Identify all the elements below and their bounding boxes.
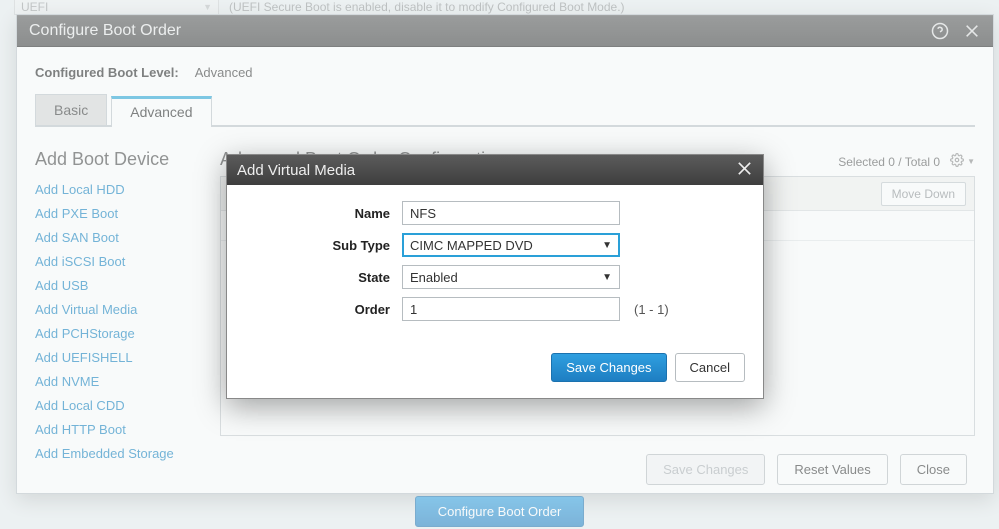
link-add-virtual-media[interactable]: Add Virtual Media bbox=[35, 302, 190, 317]
tab-advanced[interactable]: Advanced bbox=[111, 96, 211, 127]
link-add-http-boot[interactable]: Add HTTP Boot bbox=[35, 422, 190, 437]
close-icon[interactable] bbox=[736, 160, 753, 181]
gear-icon bbox=[950, 153, 964, 170]
link-add-local-hdd[interactable]: Add Local HDD bbox=[35, 182, 190, 197]
dialog-cancel-button[interactable]: Cancel bbox=[675, 353, 745, 382]
chevron-down-icon: ▼ bbox=[602, 240, 612, 251]
tabstrip: Basic Advanced bbox=[35, 94, 975, 127]
add-boot-device-links: Add Local HDD Add PXE Boot Add SAN Boot … bbox=[35, 182, 190, 461]
link-add-usb[interactable]: Add USB bbox=[35, 278, 190, 293]
reset-values-button[interactable]: Reset Values bbox=[777, 454, 887, 485]
link-add-pchstorage[interactable]: Add PCHStorage bbox=[35, 326, 190, 341]
link-add-local-cdd[interactable]: Add Local CDD bbox=[35, 398, 190, 413]
configure-boot-order-button[interactable]: Configure Boot Order bbox=[415, 496, 585, 527]
close-icon[interactable] bbox=[963, 22, 981, 40]
subtype-label: Sub Type bbox=[227, 238, 402, 253]
chevron-down-icon: ▼ bbox=[967, 157, 975, 166]
add-virtual-media-dialog: Add Virtual Media Name Sub Type CIMC MAP… bbox=[226, 154, 764, 399]
link-add-san-boot[interactable]: Add SAN Boot bbox=[35, 230, 190, 245]
modal-title: Configure Boot Order bbox=[29, 22, 181, 40]
subtype-value: CIMC MAPPED DVD bbox=[410, 238, 533, 253]
close-button[interactable]: Close bbox=[900, 454, 967, 485]
subtype-select[interactable]: CIMC MAPPED DVD ▼ bbox=[402, 233, 620, 257]
name-input[interactable] bbox=[402, 201, 620, 225]
boot-level-label: Configured Boot Level: bbox=[35, 65, 179, 80]
tab-basic[interactable]: Basic bbox=[35, 94, 107, 125]
add-boot-device-title: Add Boot Device bbox=[35, 149, 190, 170]
link-add-uefishell[interactable]: Add UEFISHELL bbox=[35, 350, 190, 365]
boot-level-value: Advanced bbox=[195, 65, 253, 80]
dialog-title: Add Virtual Media bbox=[237, 162, 355, 179]
help-icon[interactable] bbox=[931, 22, 949, 40]
order-hint: (1 - 1) bbox=[634, 302, 669, 317]
state-value: Enabled bbox=[410, 270, 458, 285]
order-label: Order bbox=[227, 302, 402, 317]
state-select[interactable]: Enabled ▼ bbox=[402, 265, 620, 289]
save-changes-button: Save Changes bbox=[646, 454, 765, 485]
table-settings-menu[interactable]: ▼ bbox=[950, 153, 975, 170]
move-down-button[interactable]: Move Down bbox=[881, 182, 966, 206]
dialog-header: Add Virtual Media bbox=[227, 155, 763, 185]
link-add-pxe-boot[interactable]: Add PXE Boot bbox=[35, 206, 190, 221]
modal-header: Configure Boot Order bbox=[17, 15, 993, 47]
dialog-save-button[interactable]: Save Changes bbox=[551, 353, 666, 382]
link-add-iscsi-boot[interactable]: Add iSCSI Boot bbox=[35, 254, 190, 269]
link-add-embedded-storage[interactable]: Add Embedded Storage bbox=[35, 446, 190, 461]
link-add-nvme[interactable]: Add NVME bbox=[35, 374, 190, 389]
order-input[interactable] bbox=[402, 297, 620, 321]
selection-counts: Selected 0 / Total 0 bbox=[838, 155, 940, 169]
chevron-down-icon: ▼ bbox=[602, 272, 612, 283]
name-label: Name bbox=[227, 206, 402, 221]
state-label: State bbox=[227, 270, 402, 285]
